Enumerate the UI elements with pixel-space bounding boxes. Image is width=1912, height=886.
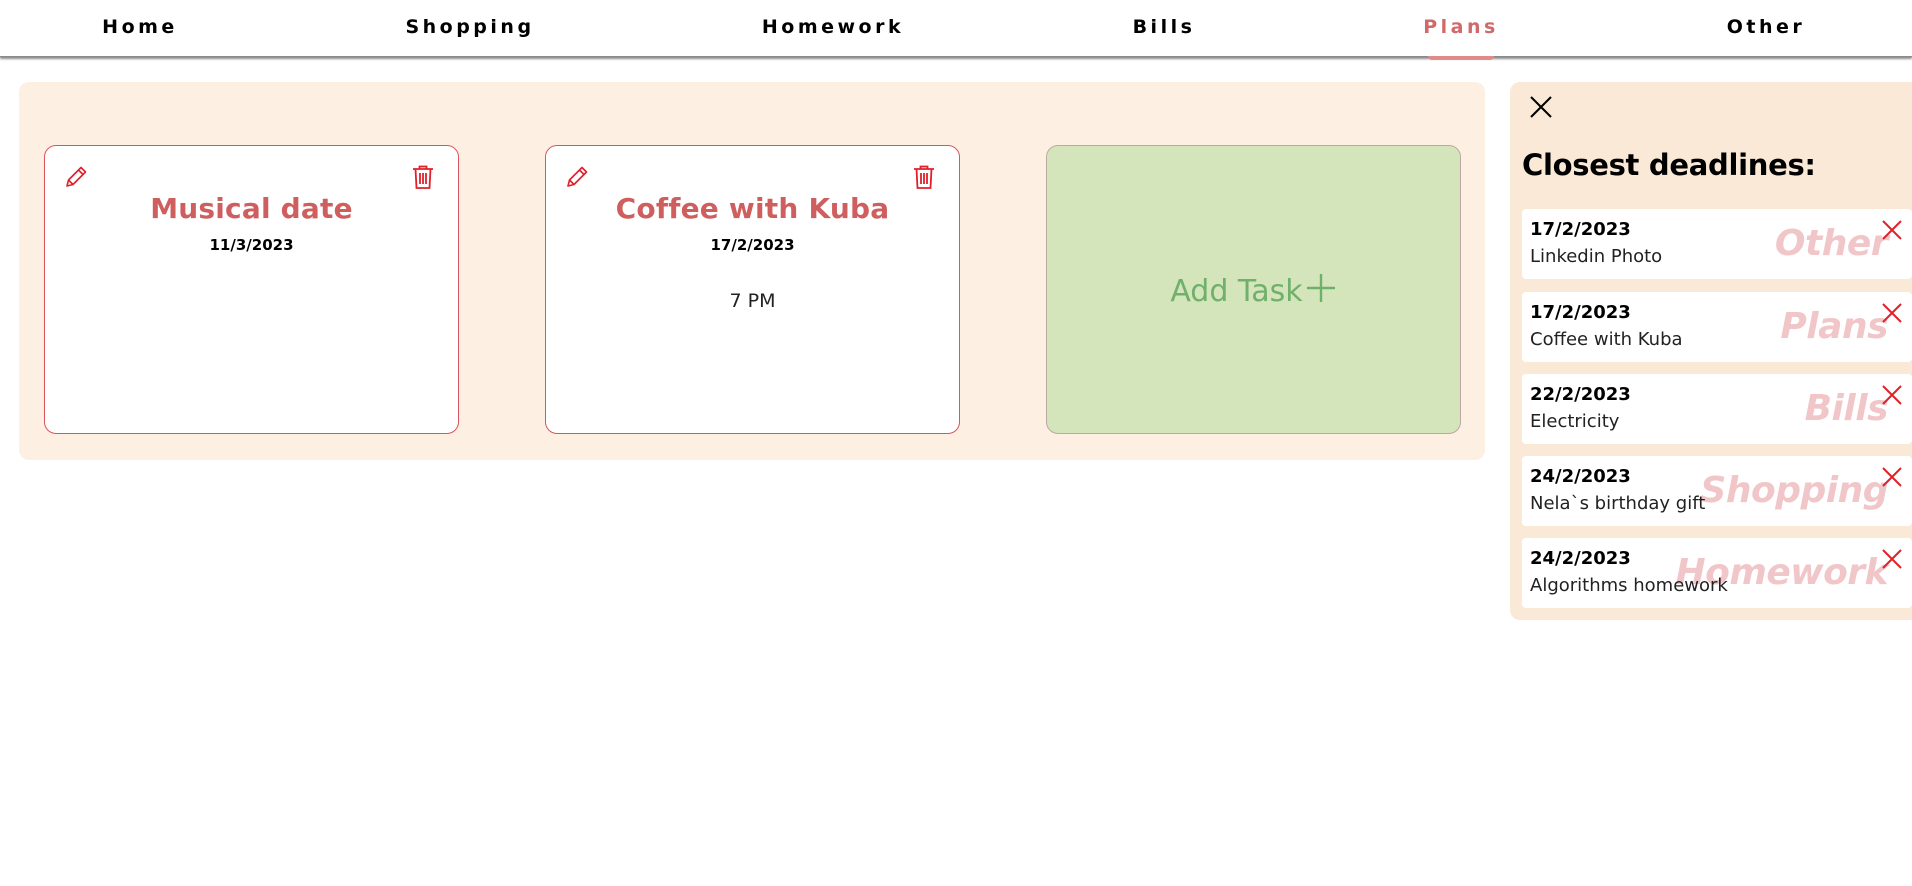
top-nav: Home Shopping Homework Bills Plans Other — [0, 0, 1912, 57]
remove-deadline-icon[interactable] — [1881, 302, 1903, 324]
edit-icon[interactable] — [63, 164, 89, 190]
nav-item-plans[interactable]: Plans — [1423, 16, 1499, 38]
deadline-date: 24/2/2023 — [1530, 466, 1631, 487]
tasks-panel: Musical date 11/3/2023 Coffee with Kuba … — [19, 82, 1485, 460]
nav-item-bills[interactable]: Bills — [1133, 16, 1196, 38]
close-icon[interactable] — [1528, 94, 1554, 120]
trash-icon[interactable] — [411, 164, 435, 190]
nav-item-homework[interactable]: Homework — [762, 16, 904, 38]
deadline-category: Bills — [1804, 388, 1889, 429]
deadline-date: 22/2/2023 — [1530, 384, 1631, 405]
sidebar-title: Closest deadlines: — [1522, 148, 1816, 182]
deadline-name: Electricity — [1530, 411, 1620, 432]
deadline-name: Nela`s birthday gift — [1530, 493, 1706, 514]
nav-item-home[interactable]: Home — [102, 16, 178, 38]
deadline-category: Other — [1774, 223, 1889, 264]
edit-icon[interactable] — [564, 164, 590, 190]
add-task-content: Add Task — [1047, 272, 1460, 309]
remove-deadline-icon[interactable] — [1881, 219, 1903, 241]
task-date: 11/3/2023 — [209, 236, 294, 254]
remove-deadline-icon[interactable] — [1881, 548, 1903, 570]
trash-icon[interactable] — [912, 164, 936, 190]
task-date: 17/2/2023 — [710, 236, 795, 254]
task-description: 7 PM — [729, 290, 776, 312]
nav-item-other[interactable]: Other — [1727, 16, 1806, 38]
deadline-name: Linkedin Photo — [1530, 246, 1663, 267]
deadline-item[interactable]: Bills 22/2/2023 Electricity — [1522, 374, 1912, 444]
task-card[interactable]: Musical date 11/3/2023 — [44, 145, 459, 434]
active-tab-indicator — [1428, 56, 1494, 60]
task-card[interactable]: Coffee with Kuba 17/2/2023 7 PM — [545, 145, 960, 434]
plus-icon — [1303, 274, 1337, 309]
deadline-item[interactable]: Shopping 24/2/2023 Nela`s birthday gift — [1522, 456, 1912, 526]
add-task-button[interactable]: Add Task — [1046, 145, 1461, 434]
deadline-date: 17/2/2023 — [1530, 302, 1631, 323]
deadline-item[interactable]: Homework 24/2/2023 Algorithms homework — [1522, 538, 1912, 608]
nav-item-shopping[interactable]: Shopping — [405, 16, 534, 38]
deadline-category: Plans — [1780, 306, 1888, 347]
deadline-category: Shopping — [1700, 470, 1888, 511]
deadline-name: Coffee with Kuba — [1530, 329, 1683, 350]
deadline-item[interactable]: Plans 17/2/2023 Coffee with Kuba — [1522, 292, 1912, 362]
add-task-label: Add Task — [1170, 274, 1303, 309]
remove-deadline-icon[interactable] — [1881, 384, 1903, 406]
deadline-date: 24/2/2023 — [1530, 548, 1631, 569]
task-title: Musical date — [150, 192, 353, 225]
deadline-date: 17/2/2023 — [1530, 219, 1631, 240]
task-title: Coffee with Kuba — [615, 192, 890, 225]
deadline-item[interactable]: Other 17/2/2023 Linkedin Photo — [1522, 209, 1912, 279]
remove-deadline-icon[interactable] — [1881, 466, 1903, 488]
deadline-name: Algorithms homework — [1530, 575, 1728, 596]
deadlines-sidebar: Closest deadlines: Other 17/2/2023 Linke… — [1510, 82, 1912, 620]
